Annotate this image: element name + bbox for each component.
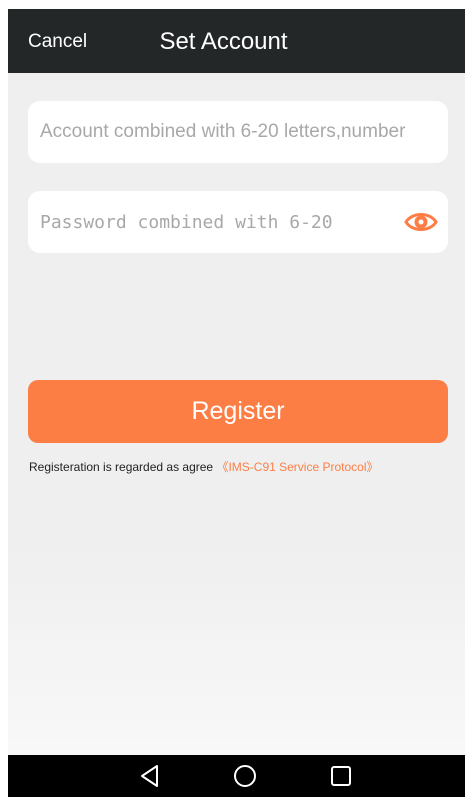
form-area: Register Registeration is regarded as ag… — [8, 73, 465, 755]
account-input[interactable] — [28, 101, 448, 163]
password-field-container — [28, 191, 448, 253]
back-triangle-icon[interactable] — [135, 761, 165, 791]
agreement-text: Registeration is regarded as agree 《IMS-… — [29, 459, 379, 475]
home-circle-icon[interactable] — [230, 761, 260, 791]
page-title: Set Account — [159, 28, 288, 55]
eye-icon[interactable] — [404, 207, 438, 237]
register-button[interactable]: Register — [28, 380, 448, 443]
recent-square-icon[interactable] — [326, 761, 356, 791]
status-bar — [0, 0, 465, 9]
set-account-screen: Cancel Set Account Register Registeratio… — [0, 0, 465, 797]
password-input[interactable] — [28, 191, 448, 253]
account-field-container — [28, 101, 448, 163]
service-protocol-link[interactable]: 《IMS-C91 Service Protocol》 — [216, 460, 378, 474]
system-navigation-bar — [8, 755, 465, 797]
app-bar: Cancel Set Account — [8, 9, 465, 73]
agreement-prefix: Registeration is regarded as agree — [29, 460, 214, 474]
